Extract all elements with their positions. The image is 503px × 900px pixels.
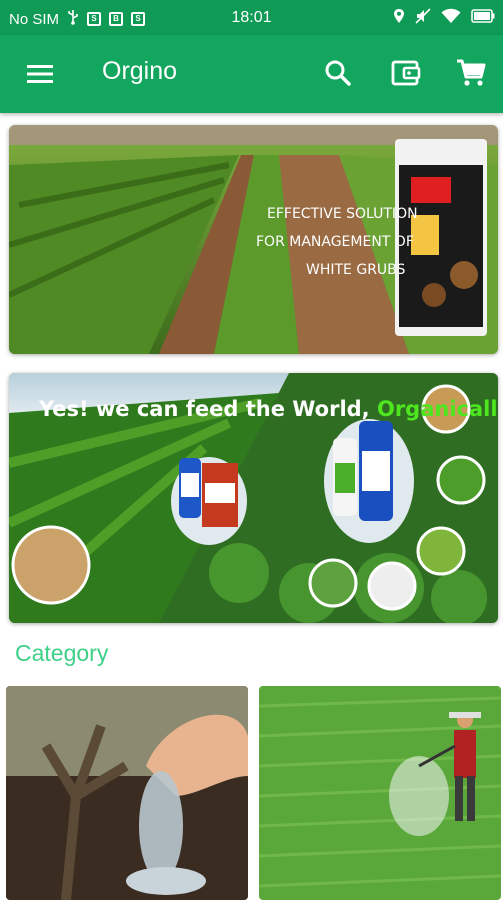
wallet-icon[interactable] <box>390 57 422 89</box>
banner1-line3: WHITE GRUBS <box>306 262 406 278</box>
app-title: Orgino <box>102 57 178 85</box>
category-card-fertilizer[interactable] <box>6 686 248 900</box>
app-bar: Orgino <box>0 35 503 113</box>
status-right <box>393 8 495 29</box>
banner1-line2: FOR MANAGEMENT OF <box>256 234 414 250</box>
category-card-pesticide[interactable] <box>259 686 501 900</box>
category-image-fertilizer <box>6 686 248 900</box>
battery-icon <box>471 9 495 28</box>
banner1-line1: EFFECTIVE SOLUTION <box>267 206 418 222</box>
location-icon <box>393 8 405 29</box>
menu-icon[interactable] <box>24 59 56 89</box>
category-heading: Category <box>15 640 109 666</box>
search-icon[interactable] <box>322 57 354 89</box>
promo-banner-white-grubs[interactable]: EFFECTIVE SOLUTION FOR MANAGEMENT OF WHI… <box>9 125 498 354</box>
banner-image-organic-products: Yes! we can feed the World, Organically <box>9 373 498 623</box>
cart-icon[interactable] <box>455 57 487 89</box>
mute-icon <box>415 8 431 29</box>
banner2-headline-prefix: Yes! we can feed the World, <box>38 397 377 421</box>
status-bar: No SIM S B S 18:01 <box>0 0 503 35</box>
wifi-icon <box>441 8 461 29</box>
banner2-headline: Yes! we can feed the World, Organically <box>38 397 498 421</box>
category-image-pesticide <box>259 686 501 900</box>
promo-banner-organic[interactable]: Yes! we can feed the World, Organically <box>9 373 498 623</box>
banner2-headline-highlight: Organically <box>377 397 498 421</box>
banner-image-vineyard: EFFECTIVE SOLUTION FOR MANAGEMENT OF WHI… <box>9 125 498 354</box>
